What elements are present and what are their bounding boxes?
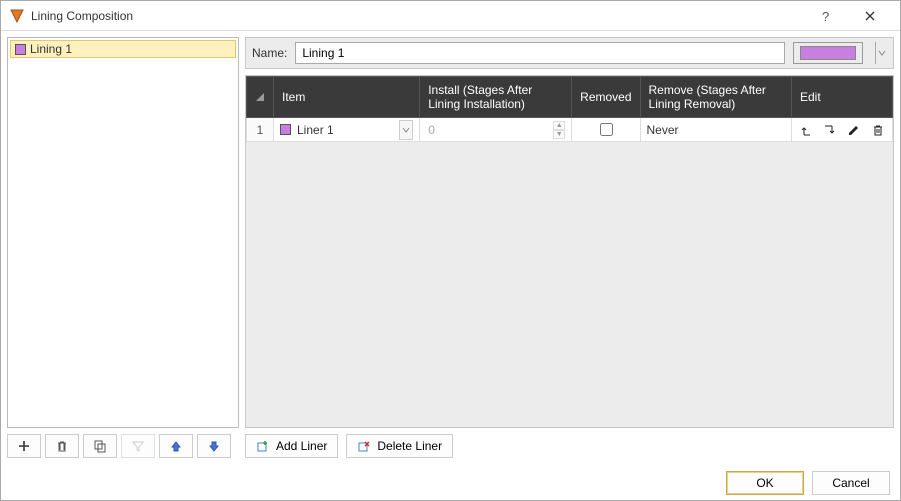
arrow-down-icon [207,439,221,453]
lining-list-item[interactable]: Lining 1 [10,40,236,58]
name-label: Name: [252,46,287,60]
liner-row[interactable]: 1 Liner 1 [247,118,893,142]
color-chip [800,46,856,60]
insert-above-button[interactable] [798,123,814,137]
col-remove-header[interactable]: Remove (Stages After Lining Removal) [640,77,791,118]
trash-icon [871,123,885,137]
dialog-footer: OK Cancel [1,464,900,500]
cell-install[interactable]: ▲ ▼ [420,118,572,142]
liner-swatch [280,124,291,135]
cancel-button-label: Cancel [832,476,869,490]
titlebar: Lining Composition ? [1,1,900,31]
liner-buttons-row: Add Liner Delete Liner [245,428,894,458]
delete-liner-label: Delete Liner [377,439,442,453]
name-input[interactable] [295,42,785,64]
copy-icon [93,439,107,453]
col-edit-header[interactable]: Edit [792,77,893,118]
help-button[interactable]: ? [804,1,848,31]
chevron-down-icon [402,126,410,134]
col-install-header[interactable]: Install (Stages After Lining Installatio… [420,77,572,118]
move-down-button[interactable] [197,434,231,458]
delete-lining-button[interactable] [45,434,79,458]
add-liner-button[interactable]: Add Liner [245,434,338,458]
add-liner-icon [256,439,270,453]
chevron-down-icon [878,49,886,57]
duplicate-lining-button[interactable] [83,434,117,458]
install-spinner[interactable]: ▲ ▼ [553,121,565,139]
arrow-up-icon [169,439,183,453]
grid-corner[interactable] [247,77,274,118]
dialog-body: Lining 1 [1,31,900,464]
filter-icon [131,439,145,453]
trash-icon [55,439,69,453]
spin-down-icon[interactable]: ▼ [553,130,565,139]
ok-button[interactable]: OK [726,471,804,495]
insert-above-icon [799,123,813,137]
delete-liner-icon [357,439,371,453]
liner-dropdown[interactable] [399,120,413,140]
grid-empty-area [246,142,893,427]
move-up-button[interactable] [159,434,193,458]
sidebar-toolbar [7,434,239,458]
name-row: Name: [245,37,894,69]
insert-below-button[interactable] [822,123,838,137]
app-icon [9,8,25,24]
close-button[interactable] [848,1,892,31]
cell-edit [792,118,893,142]
cell-removed[interactable] [572,118,640,142]
pencil-icon [847,123,861,137]
row-index[interactable]: 1 [247,118,274,142]
lining-swatch [15,44,26,55]
svg-text:?: ? [822,9,829,23]
install-value-input[interactable] [426,120,553,140]
remove-value-label: Never [647,123,679,137]
filter-button[interactable] [121,434,155,458]
lining-list-item-label: Lining 1 [30,42,72,56]
cell-remove[interactable]: Never [640,118,791,142]
color-picker-button[interactable] [793,42,863,64]
window-title: Lining Composition [31,9,133,23]
cancel-button[interactable]: Cancel [812,471,890,495]
add-lining-button[interactable] [7,434,41,458]
spin-up-icon[interactable]: ▲ [553,121,565,130]
liner-grid: Item Install (Stages After Lining Instal… [246,76,893,142]
lining-list[interactable]: Lining 1 [7,37,239,428]
plus-icon [17,439,31,453]
liner-grid-container: Item Install (Stages After Lining Instal… [245,75,894,428]
dialog-window: Lining Composition ? Lining 1 [0,0,901,501]
delete-row-button[interactable] [870,123,886,137]
add-liner-label: Add Liner [276,439,327,453]
edit-liner-button[interactable] [846,123,862,137]
liner-name-label: Liner 1 [297,123,334,137]
cell-item[interactable]: Liner 1 [274,118,420,142]
main-panel: Name: Item [245,37,894,458]
col-item-header[interactable]: Item [274,77,420,118]
color-picker-dropdown[interactable] [875,42,887,64]
ok-button-label: OK [756,476,773,490]
insert-below-icon [823,123,837,137]
col-removed-header[interactable]: Removed [572,77,640,118]
select-all-icon [255,92,265,102]
removed-checkbox[interactable] [600,123,613,136]
delete-liner-button[interactable]: Delete Liner [346,434,453,458]
sidebar: Lining 1 [7,37,239,458]
